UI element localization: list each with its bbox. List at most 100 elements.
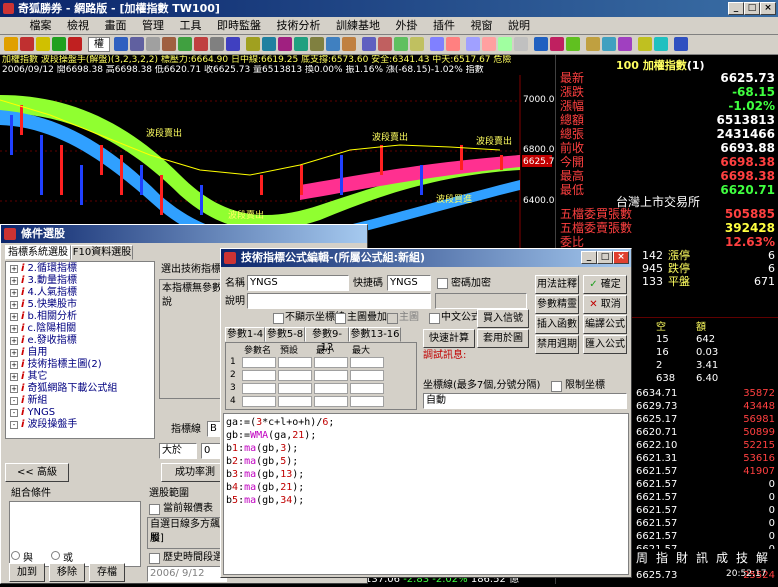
text-icon[interactable]: [482, 37, 496, 51]
bottom-tab[interactable]: 財: [676, 549, 688, 566]
bar-icon[interactable]: [178, 37, 192, 51]
dialog-maximize-button[interactable]: □: [597, 251, 613, 264]
menu-plugin[interactable]: 外掛: [390, 17, 424, 35]
maximize-button[interactable]: □: [744, 2, 760, 15]
param-tab-4[interactable]: 參數13-16: [349, 327, 401, 342]
alert-icon[interactable]: [550, 37, 564, 51]
bottom-tab[interactable]: 技: [736, 549, 748, 566]
menu-manage[interactable]: 管理: [136, 17, 170, 35]
remove-button[interactable]: 移除: [49, 563, 85, 582]
bottom-tab[interactable]: 解: [756, 549, 768, 566]
param-tab-3[interactable]: 參數9-12: [305, 327, 349, 353]
bottom-tab[interactable]: 周: [636, 549, 648, 566]
dialog-minimize-button[interactable]: _: [581, 251, 597, 264]
name-field[interactable]: YNGS: [247, 275, 349, 291]
main-chart-checkbox[interactable]: [387, 313, 398, 324]
param-tab-2[interactable]: 參數5-8: [265, 327, 305, 342]
main-overlay-checkbox[interactable]: [335, 313, 346, 324]
limit-axis-checkbox[interactable]: [551, 381, 562, 392]
period7-icon[interactable]: [342, 37, 356, 51]
buy-sell-button[interactable]: 買入信號: [477, 309, 529, 328]
period-icon[interactable]: [246, 37, 260, 51]
indicator2-icon[interactable]: [378, 37, 392, 51]
expand-icon[interactable]: +: [10, 385, 18, 393]
expand-icon[interactable]: +: [10, 301, 18, 309]
quick-calc-button[interactable]: 快速計算: [423, 329, 475, 348]
forbid-period-button[interactable]: 禁用週期: [535, 335, 579, 354]
menu-view[interactable]: 檢視: [61, 17, 95, 35]
param-cell[interactable]: [350, 370, 384, 381]
used-in-button[interactable]: 套用於圖: [477, 329, 529, 348]
link-icon[interactable]: [114, 37, 128, 51]
param-cell[interactable]: [314, 357, 348, 368]
and-radio[interactable]: [11, 551, 20, 560]
bottom-tab[interactable]: 成: [716, 549, 728, 566]
param-cell[interactable]: [278, 370, 312, 381]
link2-icon[interactable]: [130, 37, 144, 51]
zoom-out-icon[interactable]: [446, 37, 460, 51]
line-icon[interactable]: [210, 37, 224, 51]
menu-screen[interactable]: 畫面: [99, 17, 133, 35]
menu-training[interactable]: 訓練基地: [330, 17, 386, 35]
cancel-button[interactable]: ✕ 取消: [583, 295, 627, 314]
help-icon[interactable]: [674, 37, 688, 51]
pencil-icon[interactable]: [638, 37, 652, 51]
param-cell[interactable]: [314, 396, 348, 407]
expand-icon[interactable]: +: [10, 289, 18, 297]
chart-icon[interactable]: [20, 37, 34, 51]
desc-extra-field[interactable]: [435, 293, 527, 309]
param-cell[interactable]: [242, 396, 276, 407]
param-cell[interactable]: [350, 357, 384, 368]
param-cell[interactable]: [350, 383, 384, 394]
report-checkbox[interactable]: [149, 504, 160, 515]
menu-addon[interactable]: 插件: [427, 17, 461, 35]
add-icon[interactable]: [52, 37, 66, 51]
expand-icon[interactable]: +: [10, 349, 18, 357]
param-cell[interactable]: [314, 383, 348, 394]
close-button[interactable]: ×: [760, 2, 776, 15]
draw-icon[interactable]: [466, 37, 480, 51]
expand-icon[interactable]: -: [10, 409, 18, 417]
import-formula-button[interactable]: 匯入公式: [583, 335, 627, 354]
indicator3-icon[interactable]: [394, 37, 408, 51]
param-cell[interactable]: [242, 383, 276, 394]
expand-icon[interactable]: +: [10, 277, 18, 285]
expand-icon[interactable]: +: [10, 361, 18, 369]
grid-icon[interactable]: [226, 37, 240, 51]
menu-technical[interactable]: 技術分析: [271, 17, 327, 35]
param-cell[interactable]: [278, 396, 312, 407]
expand-icon[interactable]: -: [10, 421, 18, 429]
tab-f10-select[interactable]: F10資料選股: [71, 245, 133, 260]
candle-icon[interactable]: [194, 37, 208, 51]
arrow-icon[interactable]: [498, 37, 512, 51]
usage-button[interactable]: 用法註釋: [535, 275, 579, 294]
menu-tools[interactable]: 工具: [174, 17, 208, 35]
period3-icon[interactable]: [278, 37, 292, 51]
bottom-tab[interactable]: 指: [656, 549, 668, 566]
edit-formula-button[interactable]: 編譯公式: [583, 315, 627, 334]
menu-window[interactable]: 視窗: [465, 17, 499, 35]
axis-field[interactable]: 自動: [423, 393, 627, 409]
or-radio[interactable]: [51, 551, 60, 560]
chart-type-icon[interactable]: [162, 37, 176, 51]
minimize-button[interactable]: _: [728, 2, 744, 15]
param-cell[interactable]: [314, 370, 348, 381]
param-cell[interactable]: [242, 357, 276, 368]
compare-select[interactable]: 大於: [159, 443, 197, 459]
rect-icon[interactable]: [514, 37, 528, 51]
add-button[interactable]: 加到: [9, 563, 45, 582]
info-icon[interactable]: [534, 37, 548, 51]
ok-button[interactable]: ✓ 確定: [583, 275, 627, 294]
password-checkbox[interactable]: [437, 278, 448, 289]
print-icon[interactable]: [586, 37, 600, 51]
menu-help[interactable]: 說明: [502, 17, 536, 35]
lock-icon[interactable]: [36, 37, 50, 51]
menu-file[interactable]: 檔案: [24, 17, 58, 35]
expand-icon[interactable]: +: [10, 313, 18, 321]
indicator-icon[interactable]: [362, 37, 376, 51]
param-cell[interactable]: [242, 370, 276, 381]
advanced-button[interactable]: << 高級: [5, 463, 69, 482]
insert-fn-button[interactable]: 插入函數: [535, 315, 579, 334]
code-editor[interactable]: ga:=(3*c+l+o+h)/6; gb:=WMA(ga,21); b1:ma(g…: [223, 413, 629, 575]
expand-icon[interactable]: +: [10, 337, 18, 345]
